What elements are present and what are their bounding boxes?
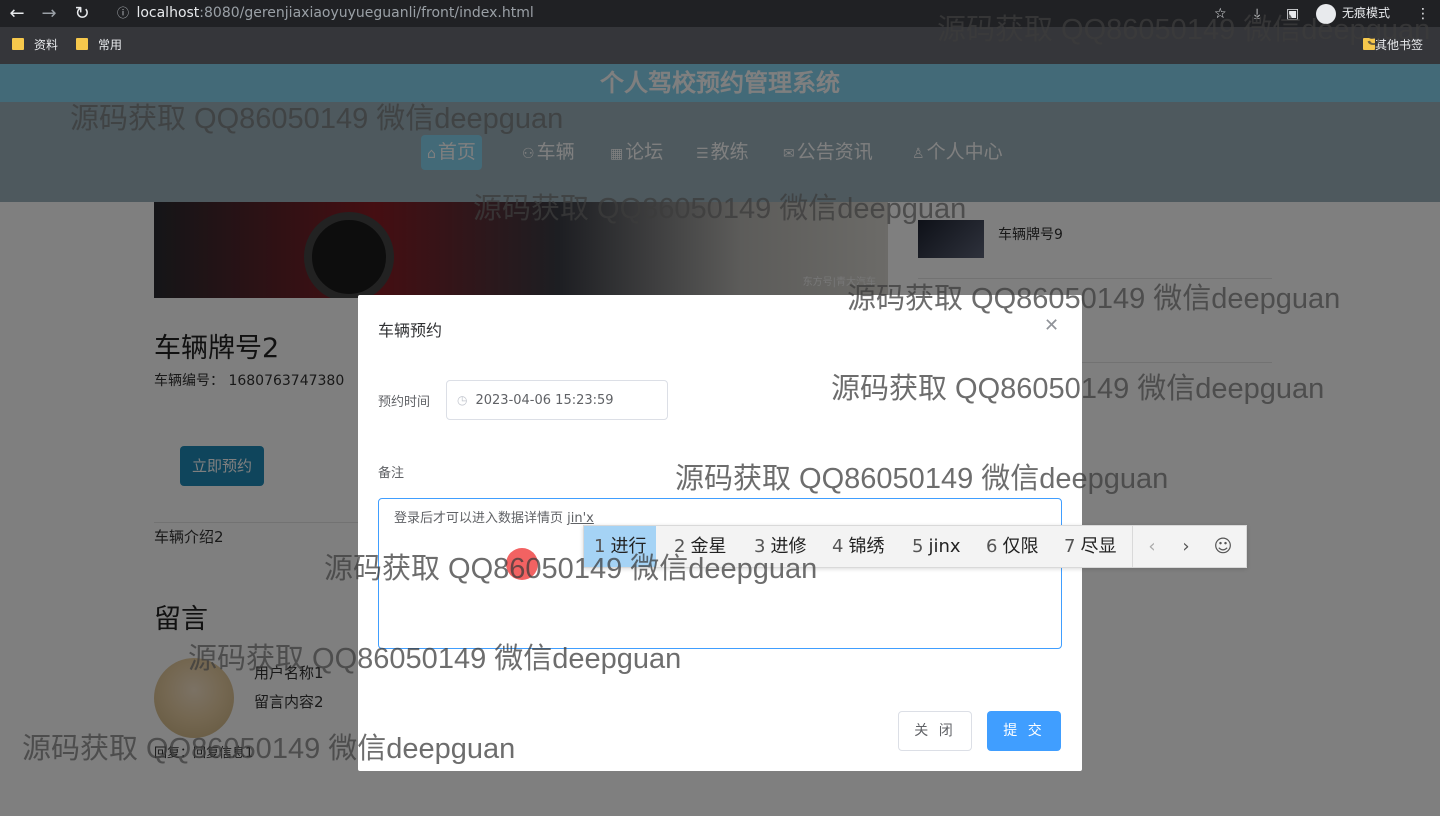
folder-icon	[1363, 38, 1375, 50]
url-path: :8080/gerenjiaxiaoyuyueguanli/front/inde…	[199, 5, 534, 21]
sidebar-icon[interactable]: ▣	[1286, 3, 1299, 25]
ime-candidate[interactable]: 3 进修	[744, 526, 816, 567]
other-bookmarks[interactable]: 其他书签	[1363, 37, 1423, 54]
chevron-right-icon[interactable]: ›	[1167, 526, 1205, 567]
ime-candidate[interactable]: 4 锦绣	[822, 526, 894, 567]
candidate-number: 5	[912, 536, 924, 557]
page: 个人驾校预约管理系统 ⌂首页 ⚇车辆 ▦论坛 ☰教练 ✉公告资讯 ♙个人中心 东…	[0, 64, 1440, 816]
remark-text: 登录后才可以进入数据详情页	[394, 511, 568, 526]
bookmarks-bar: 资料 常用 其他书签	[0, 27, 1440, 64]
ime-composition: jin'x	[567, 511, 594, 526]
candidate-text: 锦绣	[848, 536, 885, 557]
cursor-highlight	[506, 548, 538, 580]
candidate-text: 仅限	[1002, 536, 1039, 557]
browser-toolbar: ← → ↻ ⓘ localhost:8080/gerenjiaxiaoyuyue…	[0, 0, 1440, 27]
incognito-profile[interactable]: 无痕模式	[1316, 2, 1390, 24]
folder-icon	[76, 38, 88, 50]
emoji-icon[interactable]: ☺	[1204, 526, 1242, 567]
address-bar[interactable]: ⓘ localhost:8080/gerenjiaxiaoyuyueguanli…	[104, 1, 1250, 26]
info-icon[interactable]: ⓘ	[114, 1, 132, 26]
remark-label: 备注	[378, 466, 405, 481]
close-button[interactable]: 关 闭	[898, 711, 972, 751]
back-arrow-icon[interactable]: ←	[6, 3, 28, 25]
dialog-title: 车辆预约	[378, 321, 443, 340]
clock-icon: ◷	[457, 393, 468, 407]
ime-candidate[interactable]: 5 jinx	[902, 526, 971, 567]
candidate-text: 进行	[610, 536, 647, 557]
candidate-text: 金星	[690, 536, 727, 557]
candidate-number: 3	[754, 536, 766, 557]
close-icon[interactable]: ✕	[1044, 315, 1059, 336]
remark-textarea[interactable]: 登录后才可以进入数据详情页 jin'x	[378, 498, 1062, 649]
bookmark-label: 资料	[34, 38, 59, 52]
booking-time-label: 预约时间	[378, 395, 431, 410]
menu-dots-icon[interactable]: ⋮	[1416, 3, 1430, 25]
submit-button[interactable]: 提 交	[987, 711, 1061, 751]
bookmark-folder-常用[interactable]: 常用	[76, 37, 122, 54]
ime-candidate[interactable]: 2 金星	[664, 526, 736, 567]
candidate-text: jinx	[928, 536, 961, 557]
url-host: localhost	[136, 5, 200, 21]
chevron-left-icon[interactable]: ‹	[1133, 526, 1171, 567]
booking-time-value: 2023-04-06 15:23:59	[475, 393, 614, 408]
candidate-text: 进修	[770, 536, 807, 557]
candidate-text: 尽显	[1080, 536, 1117, 557]
incognito-label: 无痕模式	[1342, 6, 1391, 20]
forward-arrow-icon[interactable]: →	[38, 3, 60, 25]
incognito-icon	[1316, 3, 1336, 24]
candidate-number: 2	[674, 536, 686, 557]
candidate-number: 6	[986, 536, 998, 557]
ime-candidate-bar: 1 进行 2 金星 3 进修 4 锦绣 5 jinx 6 仅限 7 尽显 ‹ › ☺	[583, 525, 1247, 568]
folder-icon	[12, 38, 24, 50]
bookmark-label: 常用	[98, 38, 123, 52]
candidate-number: 1	[594, 536, 606, 557]
booking-time-picker[interactable]: ◷ 2023-04-06 15:23:59	[446, 380, 668, 420]
star-icon[interactable]: ☆	[1214, 3, 1227, 25]
download-icon[interactable]: ⤓	[1254, 3, 1260, 25]
other-bookmarks-label: 其他书签	[1375, 38, 1424, 52]
ime-candidate[interactable]: 1 进行	[584, 526, 657, 567]
ime-candidate[interactable]: 7 尽显	[1054, 526, 1126, 567]
bookmark-folder-资料[interactable]: 资料	[12, 37, 58, 54]
candidate-number: 7	[1064, 536, 1076, 557]
reload-icon[interactable]: ↻	[71, 3, 93, 25]
ime-candidate[interactable]: 6 仅限	[976, 526, 1048, 567]
candidate-number: 4	[832, 536, 844, 557]
